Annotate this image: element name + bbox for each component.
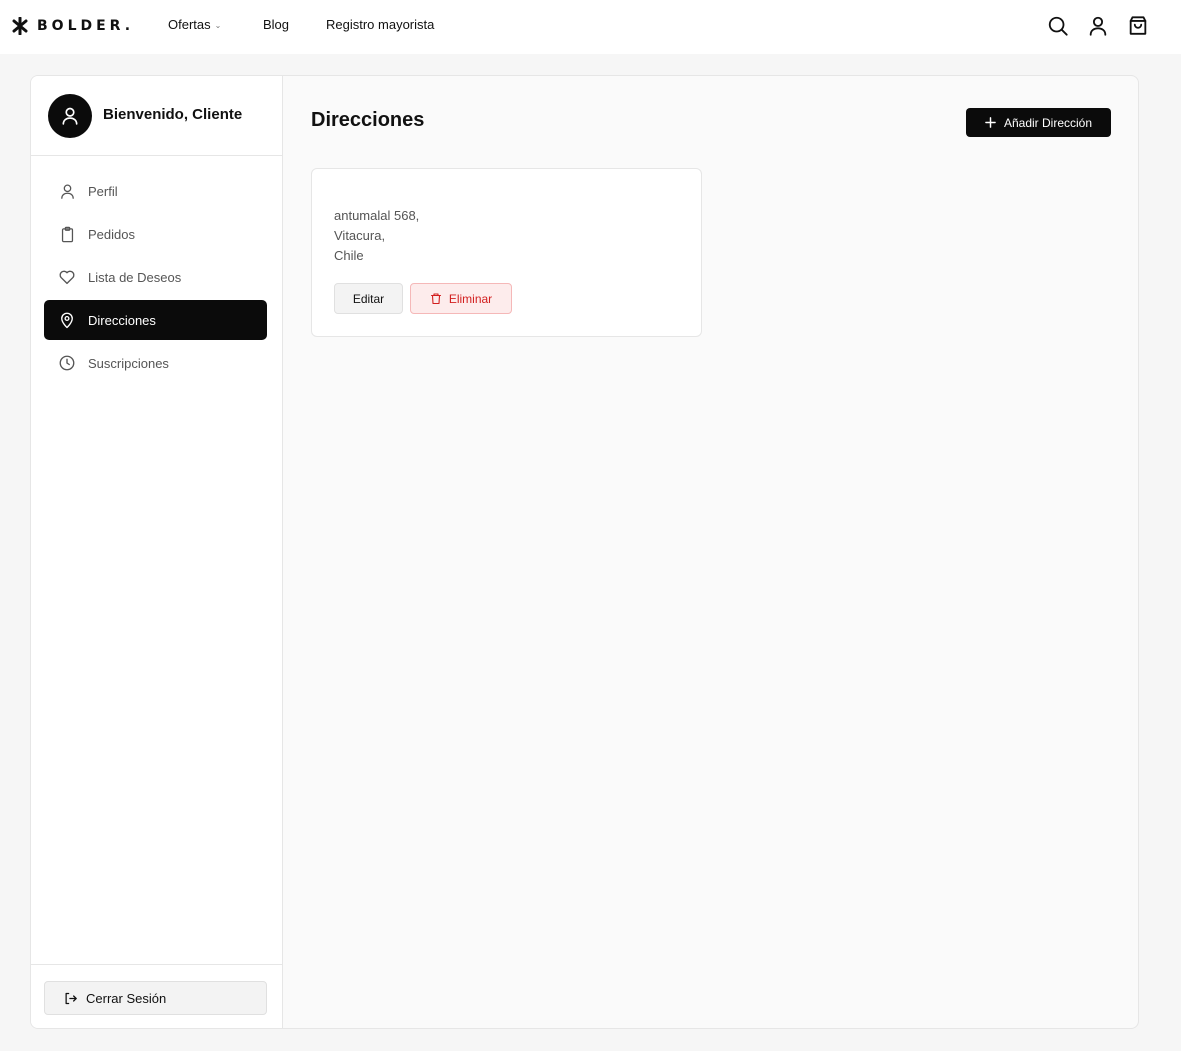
sidebar-item-label: Lista de Deseos xyxy=(88,269,182,285)
sidebar-item-pedidos[interactable]: Pedidos xyxy=(44,214,267,254)
trash-icon xyxy=(430,293,441,305)
sidebar-nav: Perfil Pedidos Lista de Deseos Direccion… xyxy=(44,171,267,386)
sidebar-item-label: Pedidos xyxy=(88,226,135,242)
brand-name: BOLDER. xyxy=(37,18,135,34)
nav-registro-mayorista[interactable]: Registro mayorista xyxy=(326,17,434,32)
addresses-content: Direcciones Añadir Dirección antumalal 5… xyxy=(283,76,1138,1028)
sidebar-item-label: Perfil xyxy=(88,183,118,199)
add-address-button[interactable]: Añadir Dirección xyxy=(966,108,1111,137)
page-title: Direcciones xyxy=(311,109,425,131)
clock-icon xyxy=(58,354,76,372)
brand-logo[interactable]: BOLDER. xyxy=(11,16,134,36)
avatar xyxy=(48,94,92,138)
heart-icon xyxy=(58,268,76,286)
logout-button[interactable]: Cerrar Sesión xyxy=(44,981,267,1015)
edit-address-label: Editar xyxy=(352,291,385,306)
nav-ofertas[interactable]: Ofertas ⌄ xyxy=(168,17,221,32)
address-line-country: Chile xyxy=(334,248,364,263)
sidebar-item-perfil[interactable]: Perfil xyxy=(44,171,267,211)
nav-ofertas-label: Ofertas xyxy=(168,17,211,32)
nav-blog-label: Blog xyxy=(263,17,290,32)
edit-address-button[interactable]: Editar xyxy=(334,283,403,314)
shopping-bag-icon[interactable] xyxy=(1126,14,1150,38)
user-icon xyxy=(62,107,78,125)
chevron-down-icon: ⌄ xyxy=(214,21,222,30)
sidebar-item-lista-de-deseos[interactable]: Lista de Deseos xyxy=(44,257,267,297)
account-panel: Bienvenido, Cliente Perfil Pedidos Lista… xyxy=(30,75,1139,1029)
address-text: antumalal 568, Vitacura, Chile xyxy=(334,206,419,266)
sidebar-item-suscripciones[interactable]: Suscripciones xyxy=(44,343,267,383)
account-icon[interactable] xyxy=(1086,14,1110,38)
welcome-header: Bienvenido, Cliente xyxy=(31,76,282,156)
address-card: antumalal 568, Vitacura, Chile Editar El… xyxy=(311,168,702,337)
delete-address-label: Eliminar xyxy=(448,291,493,306)
sidebar-item-direcciones[interactable]: Direcciones xyxy=(44,300,267,340)
user-icon xyxy=(58,182,76,200)
clipboard-icon xyxy=(58,225,76,243)
bolder-logo-icon xyxy=(12,17,28,35)
address-line-city: Vitacura, xyxy=(334,228,386,243)
address-line-street: antumalal 568, xyxy=(334,208,420,223)
plus-icon xyxy=(985,117,996,128)
add-address-label: Añadir Dirección xyxy=(1003,115,1093,130)
search-icon[interactable] xyxy=(1046,14,1070,38)
nav-blog[interactable]: Blog xyxy=(263,17,289,32)
delete-address-button[interactable]: Eliminar xyxy=(410,283,512,314)
nav-registro-mayorista-label: Registro mayorista xyxy=(326,17,435,32)
logout-icon xyxy=(65,992,77,1004)
location-pin-icon xyxy=(58,311,76,329)
welcome-text: Bienvenido, Cliente xyxy=(103,106,243,123)
logout-section: Cerrar Sesión xyxy=(31,964,282,1028)
sidebar-item-label: Suscripciones xyxy=(88,355,169,371)
sidebar-item-label: Direcciones xyxy=(88,312,156,328)
account-sidebar: Bienvenido, Cliente Perfil Pedidos Lista… xyxy=(31,76,283,1028)
top-navigation-bar: BOLDER. Ofertas ⌄ Blog Registro mayorist… xyxy=(0,0,1181,54)
logout-label: Cerrar Sesión xyxy=(86,990,167,1006)
